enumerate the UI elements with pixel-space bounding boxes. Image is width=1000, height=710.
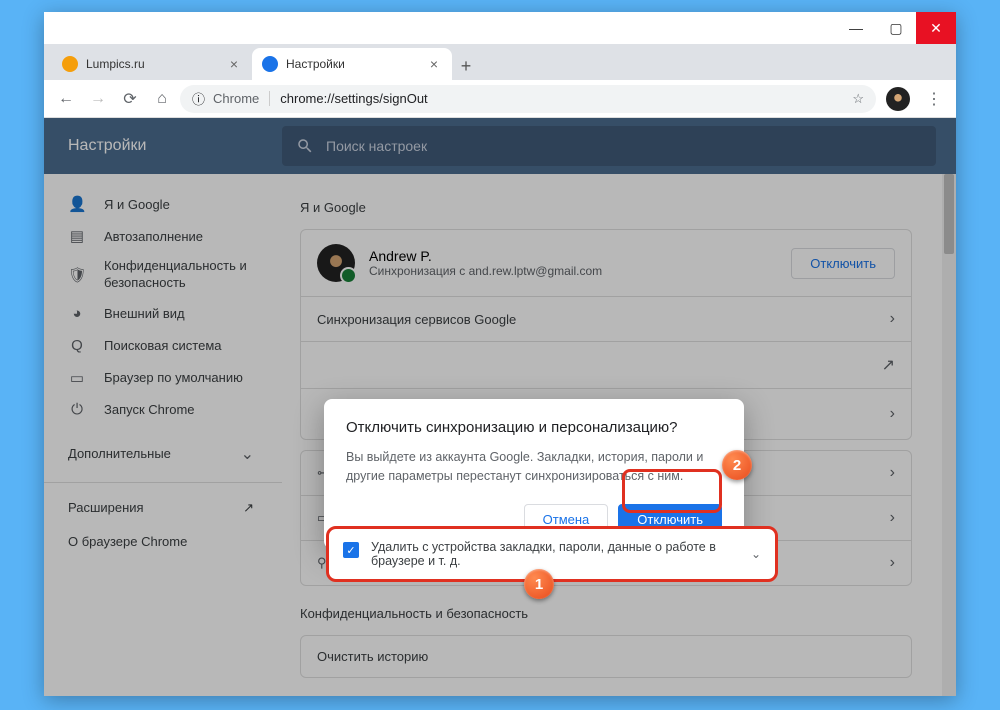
viewport: Настройки 👤Я и Google ▤Автозаполнение 🛡К… [44, 118, 956, 696]
reload-button[interactable]: ⟳ [116, 85, 144, 113]
back-button[interactable]: ← [52, 85, 80, 113]
info-icon: ⓘ [192, 89, 205, 108]
browser-window: — ▢ ✕ Lumpics.ru × Настройки × + ← → ⟳ ⌂… [44, 12, 956, 696]
forward-button[interactable]: → [84, 85, 112, 113]
gear-icon [262, 56, 278, 72]
profile-avatar[interactable] [886, 87, 910, 111]
checkbox-label: Удалить с устройства закладки, пароли, д… [371, 540, 739, 568]
dialog-text: Вы выйдете из аккаунта Google. Закладки,… [346, 448, 722, 486]
minimize-button[interactable]: — [836, 12, 876, 44]
dialog-title: Отключить синхронизацию и персонализацию… [346, 419, 722, 436]
home-button[interactable]: ⌂ [148, 85, 176, 113]
callout-badge-1: 1 [524, 569, 554, 599]
favicon-icon [62, 56, 78, 72]
tab-strip: Lumpics.ru × Настройки × + [44, 44, 956, 80]
new-tab-button[interactable]: + [452, 52, 480, 80]
tab-lumpics[interactable]: Lumpics.ru × [52, 48, 252, 80]
checkbox-checked-icon[interactable]: ✓ [343, 542, 359, 558]
url-scheme: Chrome [213, 91, 270, 106]
clear-data-checkbox-row[interactable]: ✓ Удалить с устройства закладки, пароли,… [326, 526, 778, 582]
maximize-button[interactable]: ▢ [876, 12, 916, 44]
menu-button[interactable]: ⋮ [920, 85, 948, 113]
tab-title: Lumpics.ru [86, 57, 145, 71]
address-bar-row: ← → ⟳ ⌂ ⓘ Chrome chrome://settings/signO… [44, 80, 956, 118]
url-path: chrome://settings/signOut [280, 91, 427, 106]
star-icon[interactable]: ☆ [852, 91, 864, 107]
tab-title: Настройки [286, 57, 345, 71]
url-bar[interactable]: ⓘ Chrome chrome://settings/signOut ☆ [180, 85, 876, 113]
tab-settings[interactable]: Настройки × [252, 48, 452, 80]
chevron-down-icon[interactable]: ⌄ [751, 547, 761, 561]
window-titlebar: — ▢ ✕ [44, 12, 956, 44]
close-button[interactable]: ✕ [916, 12, 956, 44]
callout-badge-2: 2 [722, 450, 752, 480]
tab-close-icon[interactable]: × [426, 56, 442, 72]
tab-close-icon[interactable]: × [226, 56, 242, 72]
